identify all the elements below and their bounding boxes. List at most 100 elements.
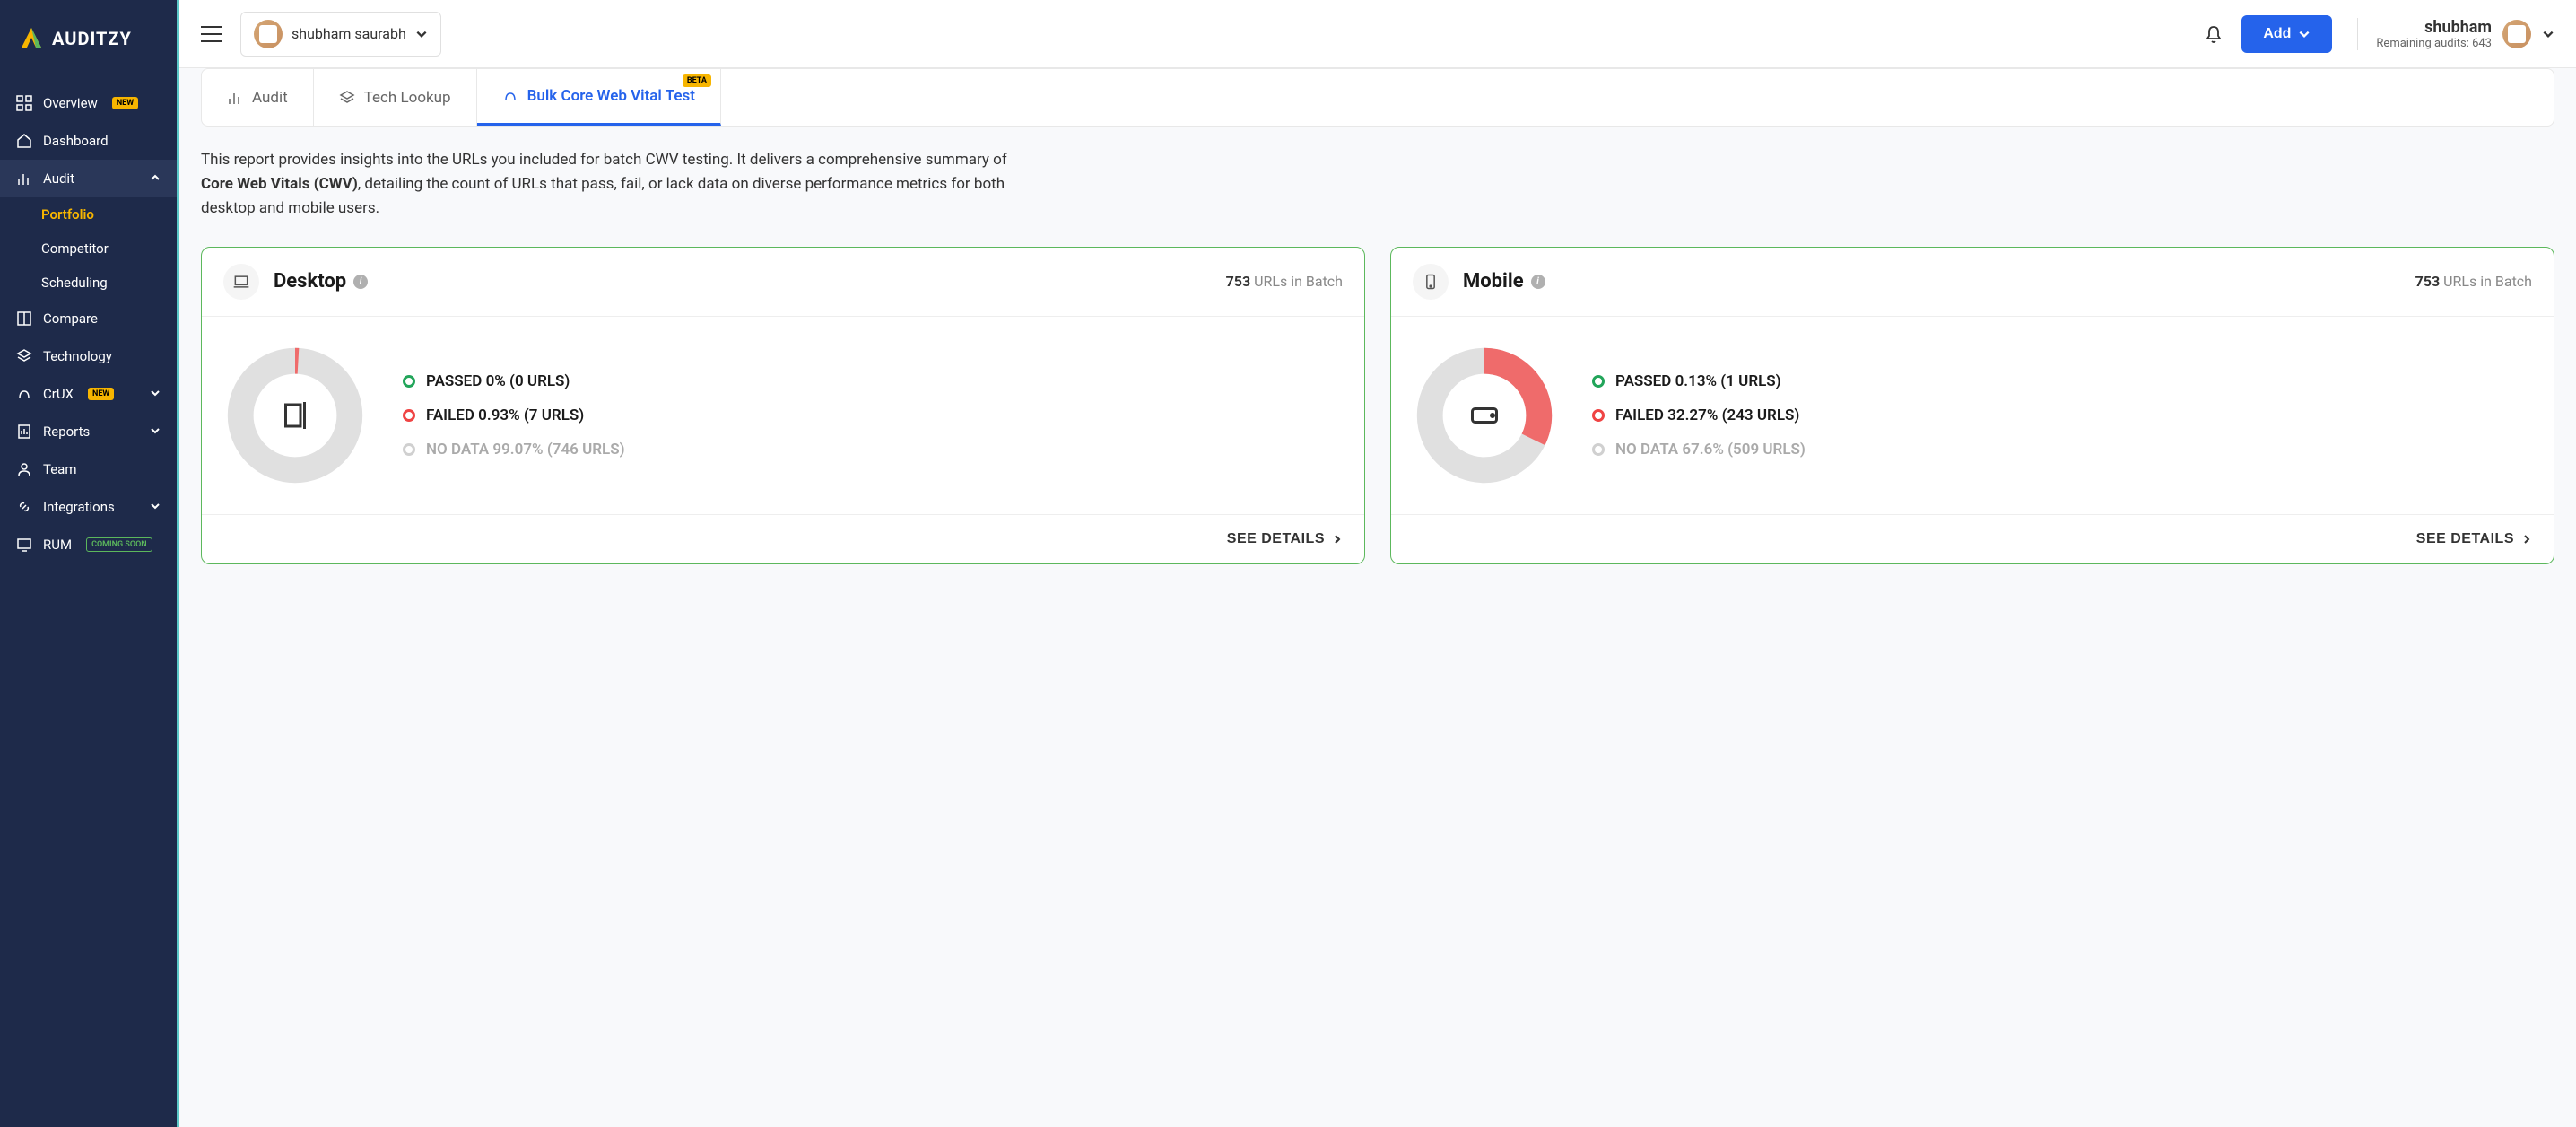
nav-label: Technology — [43, 348, 112, 364]
sidebar-item-dashboard[interactable]: Dashboard — [0, 122, 177, 160]
sidebar-nav: Overview NEW Dashboard Audit Portfolio C… — [0, 77, 177, 1127]
card-body: PASSED 0% (0 URLS) FAILED 0.93% (7 URLS)… — [202, 317, 1364, 514]
tab-label: Tech Lookup — [364, 89, 451, 107]
chevron-right-icon — [2521, 534, 2532, 545]
card-title: Desktop — [274, 270, 346, 293]
user-name: shubham — [2376, 18, 2492, 37]
description: This report provides insights into the U… — [201, 148, 1026, 222]
crux-icon — [16, 386, 32, 402]
desc-bold: Core Web Vitals (CWV) — [201, 175, 358, 193]
sidebar-item-technology[interactable]: Technology — [0, 337, 177, 375]
logo-text: AUDITZY — [52, 28, 132, 49]
nav-label: Compare — [43, 310, 98, 327]
stat-nodata: NO DATA 67.6% (509 URLS) — [1592, 441, 2532, 459]
chevron-down-icon — [2298, 28, 2311, 40]
workspace-name: shubham saurabh — [292, 25, 406, 42]
sidebar-subitem-competitor[interactable]: Competitor — [0, 232, 177, 266]
sidebar-item-overview[interactable]: Overview NEW — [0, 84, 177, 122]
sidebar-item-team[interactable]: Team — [0, 450, 177, 488]
new-badge: NEW — [112, 97, 138, 109]
tab-tech-lookup[interactable]: Tech Lookup — [314, 69, 477, 126]
chevron-down-icon — [150, 499, 161, 515]
desktop-stats: PASSED 0% (0 URLS) FAILED 0.93% (7 URLS)… — [403, 372, 1343, 459]
nav-label: Audit — [43, 170, 74, 187]
laptop-icon — [223, 344, 367, 487]
card-footer: SEE DETAILS — [202, 514, 1364, 564]
nav-label: CrUX — [43, 386, 74, 402]
vitals-icon — [502, 88, 518, 104]
batch-count: 753 URLs in Batch — [2415, 273, 2532, 290]
nav-label: Overview — [43, 95, 98, 111]
sidebar: AUDITZY TM Overview NEW Dashboard Audit … — [0, 0, 179, 1127]
sidebar-item-audit[interactable]: Audit — [0, 160, 177, 197]
card-header: Mobile i 753 URLs in Batch — [1391, 248, 2554, 317]
user-icon — [16, 461, 32, 477]
sidebar-item-compare[interactable]: Compare — [0, 300, 177, 337]
content: Audit Tech Lookup BETA Bulk Core Web Vit… — [179, 68, 2576, 1127]
dot-fail-icon — [1592, 409, 1605, 422]
sidebar-subitem-scheduling[interactable]: Scheduling — [0, 266, 177, 300]
home-icon — [16, 133, 32, 149]
logo-icon — [18, 25, 45, 52]
mobile-icon — [1413, 344, 1556, 487]
tab-audit[interactable]: Audit — [202, 69, 314, 126]
reports-icon — [16, 424, 32, 440]
stat-nodata: NO DATA 99.07% (746 URLS) — [403, 441, 1343, 459]
nav-label: Reports — [43, 424, 90, 440]
main-area: shubham saurabh Add shubham Remaining au… — [179, 0, 2576, 1127]
sidebar-item-reports[interactable]: Reports — [0, 413, 177, 450]
tabs: Audit Tech Lookup BETA Bulk Core Web Vit… — [201, 68, 2554, 127]
hamburger-icon[interactable] — [201, 26, 222, 42]
nav-label: Team — [43, 461, 77, 477]
chevron-down-icon — [415, 28, 428, 40]
avatar — [2502, 20, 2531, 48]
add-label: Add — [2263, 26, 2291, 42]
grid-icon — [16, 95, 32, 111]
tab-bulk-cwv[interactable]: BETA Bulk Core Web Vital Test — [477, 69, 721, 126]
mobile-donut-chart — [1413, 344, 1556, 487]
tab-label: Audit — [252, 89, 288, 107]
desktop-card: Desktop i 753 URLs in Batch — [201, 247, 1365, 564]
cards-row: Desktop i 753 URLs in Batch — [201, 247, 2554, 564]
dot-nodata-icon — [403, 443, 415, 456]
chart-icon — [227, 90, 243, 106]
avatar — [254, 20, 283, 48]
laptop-icon — [223, 264, 259, 300]
info-icon[interactable]: i — [1531, 275, 1545, 289]
nav-label: Dashboard — [43, 133, 109, 149]
link-icon — [16, 499, 32, 515]
info-icon[interactable]: i — [353, 275, 368, 289]
see-details-button[interactable]: SEE DETAILS — [2416, 531, 2532, 547]
user-info[interactable]: shubham Remaining audits: 643 — [2357, 18, 2554, 50]
chevron-down-icon — [150, 386, 161, 402]
stat-passed: PASSED 0% (0 URLS) — [403, 372, 1343, 390]
see-details-button[interactable]: SEE DETAILS — [1227, 531, 1343, 547]
dot-fail-icon — [403, 409, 415, 422]
sidebar-item-crux[interactable]: CrUX NEW — [0, 375, 177, 413]
desc-pre: This report provides insights into the U… — [201, 151, 1007, 169]
remaining-audits: Remaining audits: 643 — [2376, 37, 2492, 50]
layers-icon — [16, 348, 32, 364]
sidebar-subitem-portfolio[interactable]: Portfolio — [0, 197, 177, 232]
bell-icon[interactable] — [2204, 24, 2224, 44]
chevron-up-icon — [150, 170, 161, 187]
chevron-right-icon — [1332, 534, 1343, 545]
monitor-icon — [16, 537, 32, 553]
tab-label: Bulk Core Web Vital Test — [527, 87, 695, 105]
chevron-down-icon — [150, 424, 161, 440]
audit-subnav: Portfolio Competitor Scheduling — [0, 197, 177, 300]
nav-label: RUM — [43, 537, 72, 553]
dot-nodata-icon — [1592, 443, 1605, 456]
nav-label: Integrations — [43, 499, 115, 515]
beta-badge: BETA — [683, 74, 711, 87]
add-button[interactable]: Add — [2241, 15, 2332, 53]
mobile-stats: PASSED 0.13% (1 URLS) FAILED 32.27% (243… — [1592, 372, 2532, 459]
coming-soon-badge: COMING SOON — [86, 537, 152, 552]
dot-pass-icon — [1592, 375, 1605, 388]
sidebar-item-rum[interactable]: RUM COMING SOON — [0, 526, 177, 564]
sidebar-item-integrations[interactable]: Integrations — [0, 488, 177, 526]
logo[interactable]: AUDITZY TM — [0, 0, 177, 77]
stat-failed: FAILED 32.27% (243 URLS) — [1592, 406, 2532, 424]
workspace-dropdown[interactable]: shubham saurabh — [240, 12, 441, 57]
stat-failed: FAILED 0.93% (7 URLS) — [403, 406, 1343, 424]
